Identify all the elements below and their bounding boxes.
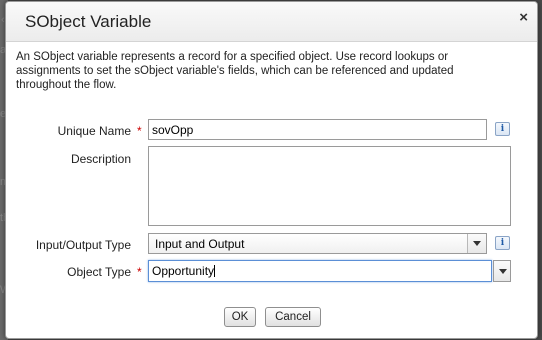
io-type-label: Input/Output Type [35, 238, 131, 252]
io-type-info-icon[interactable]: i [495, 236, 510, 250]
unique-name-input[interactable]: sovOpp [148, 119, 487, 140]
unique-name-label: Unique Name [57, 124, 131, 138]
object-type-combobox-input[interactable]: Opportunity [148, 260, 492, 282]
dialog-title: SObject Variable [25, 12, 152, 31]
object-type-dropdown-button[interactable] [493, 260, 511, 282]
io-type-select[interactable]: Input and Output [148, 233, 487, 254]
ok-button[interactable]: OK [224, 307, 256, 327]
dialog-description: An SObject variable represents a record … [16, 51, 454, 91]
io-type-dropdown-button[interactable] [467, 234, 486, 253]
close-icon[interactable]: × [519, 10, 528, 26]
dialog-titlebar: SObject Variable × [6, 2, 537, 42]
object-type-label: Object Type [67, 265, 131, 279]
description-label: Description [70, 152, 131, 166]
chevron-down-icon [499, 269, 507, 274]
required-marker: * [137, 265, 142, 279]
cancel-button[interactable]: Cancel [265, 307, 321, 327]
object-type-value: Opportunity [152, 264, 215, 278]
io-type-selected-value: Input and Output [155, 237, 245, 251]
sobject-variable-dialog: SObject Variable × An SObject variable r… [5, 1, 538, 339]
text-caret [214, 265, 216, 277]
required-marker: * [137, 124, 142, 138]
unique-name-info-icon[interactable]: i [495, 122, 510, 136]
description-textarea[interactable] [148, 146, 511, 226]
chevron-down-icon [473, 241, 481, 246]
